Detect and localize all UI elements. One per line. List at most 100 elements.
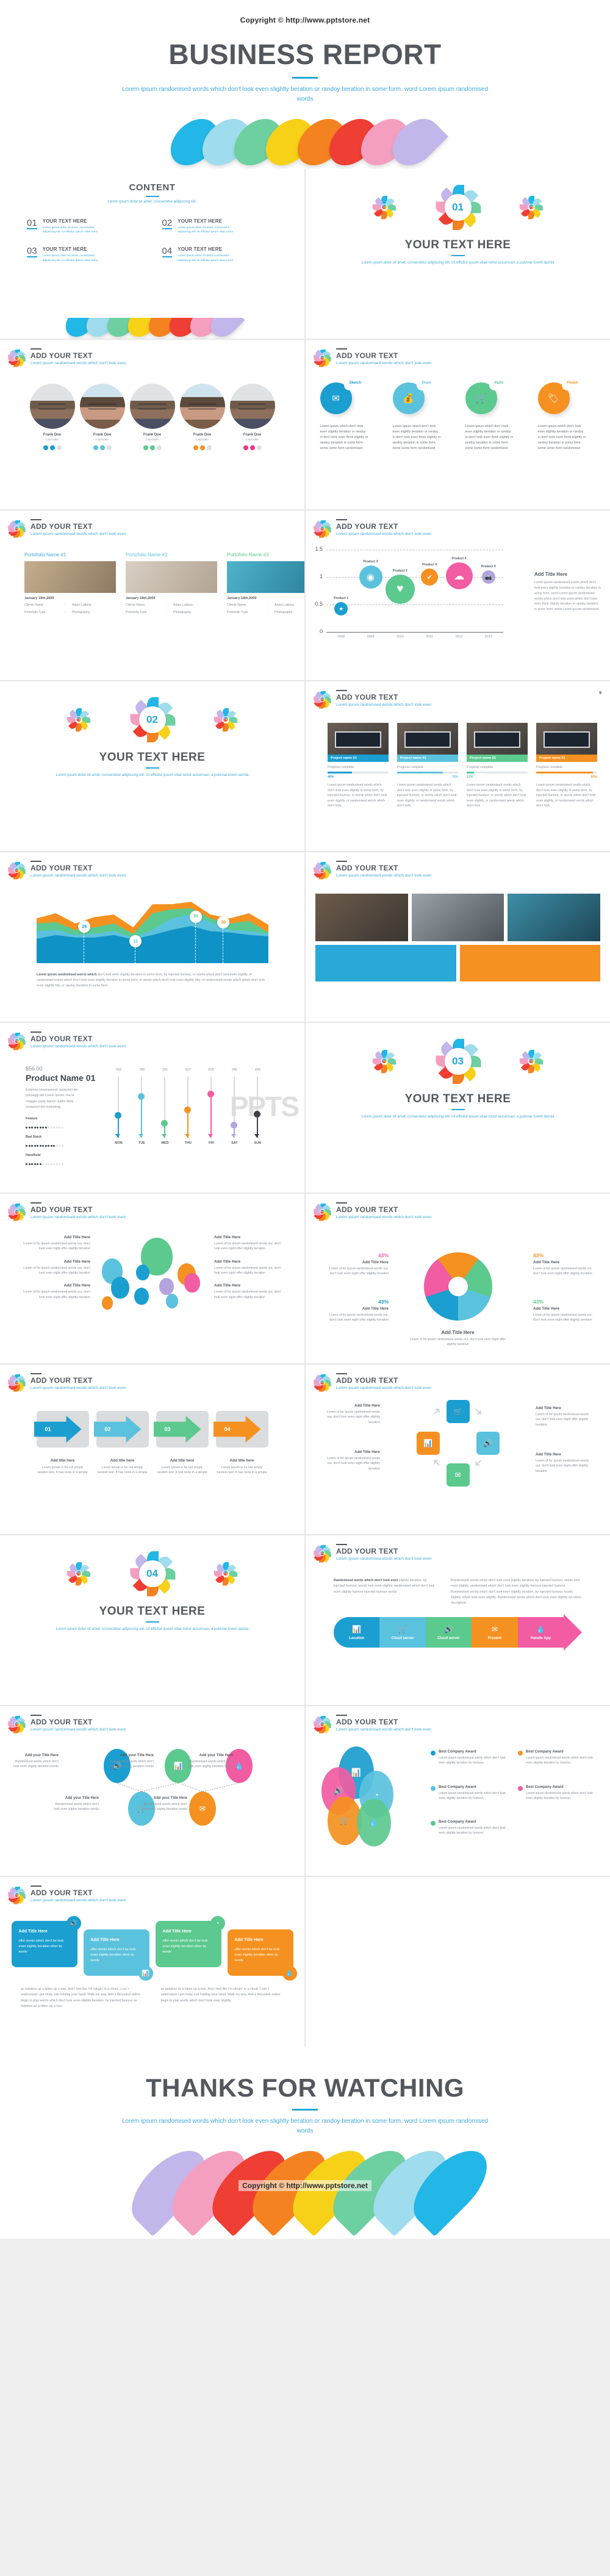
slide-big-arrow[interactable]: ADD YOUR TEXT Lorem ipsum randomised wor…	[306, 1535, 610, 1705]
cycle-node[interactable]: 🔊	[476, 1432, 500, 1455]
content-item[interactable]: 04 YOUR TEXT HERE Lorem ipsum dolor sit …	[162, 246, 281, 262]
cycle-node[interactable]: 📊	[416, 1432, 440, 1455]
speech-card[interactable]: Add Title Here offer words which don't be…	[11, 1916, 81, 1967]
facebook-icon[interactable]	[199, 445, 205, 450]
team-member[interactable]: Frank Doe Layouter	[129, 384, 175, 450]
speech-card[interactable]: Add Title Here offer words which don't be…	[155, 1916, 225, 1967]
more-icon[interactable]	[256, 445, 262, 450]
slide-divider-01[interactable]: 01 YOUR TEXT HERE Lorem ipsum dolor sit …	[306, 169, 610, 339]
process-circle-item[interactable]: 💰 Draw Lorem ipsum which don't look even s…	[392, 380, 451, 451]
slide-divider-04[interactable]: 04 YOUR TEXT HERE Lorem ipsum dolor sit …	[0, 1535, 304, 1705]
bubble-point[interactable]: ♥	[385, 574, 415, 604]
more-icon[interactable]	[56, 445, 62, 450]
cycle-node[interactable]: ✉	[446, 1463, 470, 1487]
more-icon[interactable]	[206, 445, 212, 450]
weekday-column[interactable]: 281 WED	[157, 1068, 172, 1151]
pie-label-bottom[interactable]: Add Title Here Lorem of for ipsum randomi…	[409, 1328, 507, 1347]
big-arrow-segment[interactable]: 🛒 Cloud server	[379, 1617, 426, 1648]
twitter-icon[interactable]	[193, 445, 198, 450]
photo-tile[interactable]	[508, 894, 601, 941]
pie-label[interactable]: 43% Add Title Here Lorem of for ipsum rand…	[533, 1299, 599, 1323]
weekday-column[interactable]: 537 THU	[181, 1068, 195, 1151]
content-item[interactable]: 03 YOUR TEXT HERE Lorem ipsum dolor sit …	[27, 246, 145, 262]
network-node[interactable]: ✉	[189, 1792, 216, 1826]
award-blob[interactable]: 💧	[357, 1799, 391, 1846]
process-circle-item[interactable]: 🛒 Paint Lorem ipsum which don't look even …	[465, 380, 523, 451]
portfolio-card[interactable]: Portofolio Name #2 January 18th,2009 Clien…	[126, 552, 217, 615]
slide-projects[interactable]: ADD YOUR TEXT Lorem ipsum randomised wor…	[306, 681, 610, 851]
content-item[interactable]: 01 YOUR TEXT HERE Lorem ipsum dolor sit …	[27, 218, 145, 234]
more-icon[interactable]	[106, 445, 112, 450]
process-circle-item[interactable]: ✉ Sketch Lorem ipsum which don't look even…	[320, 380, 378, 451]
award-item[interactable]: Best Company Award Lorem ipsum randomised…	[431, 1820, 511, 1847]
photo-caption-tile[interactable]	[459, 945, 600, 981]
slide-speech-cards[interactable]: ADD YOUR TEXT Lorem ipsum randomised wor…	[0, 1877, 304, 2047]
project-card[interactable]: Project name 01 Progress complete 12% Lorem…	[467, 723, 528, 809]
progress-track[interactable]	[397, 772, 458, 773]
slide-product[interactable]: ADD YOUR TEXT Lorem ipsum randomised wor…	[0, 1023, 304, 1193]
slide-awards[interactable]: ADD YOUR TEXT Lorem ipsum randomised wor…	[306, 1706, 610, 1876]
big-arrow-segment[interactable]: 📊 Location	[334, 1617, 380, 1648]
area-marker[interactable]: 35	[189, 910, 202, 923]
slide-divider-02[interactable]: 02 YOUR TEXT HERE Lorem ipsum dolor sit …	[0, 681, 304, 851]
arrow-step[interactable]: 03 Add title here Lorem Ipsum is for not s…	[153, 1411, 209, 1476]
slide-arrow-steps[interactable]: ADD YOUR TEXT Lorem ipsum randomised wor…	[0, 1365, 304, 1534]
weekday-column[interactable]: 786 TUE	[134, 1068, 149, 1151]
slide-cycle[interactable]: ADD YOUR TEXT Lorem ipsum randomised wor…	[306, 1365, 610, 1534]
weekday-column[interactable]: 433 MON	[111, 1068, 126, 1151]
pie-label[interactable]: 43% Add Title Here Lorem of for ipsum rand…	[323, 1299, 389, 1323]
photo-caption-tile[interactable]	[315, 945, 456, 981]
facebook-icon[interactable]	[149, 445, 155, 450]
slide-bubble-chart[interactable]: ADD YOUR TEXT Lorem ipsum randomised wor…	[306, 511, 610, 680]
project-card[interactable]: Project name 01 Progress complete 40% Lorem…	[328, 723, 389, 809]
value-knob[interactable]	[231, 1121, 238, 1128]
award-item[interactable]: Best Company Award Lorem ipsum randomised…	[431, 1785, 511, 1812]
progress-track[interactable]	[467, 772, 528, 773]
big-arrow-segment[interactable]: 🔊 Cloud server	[425, 1617, 472, 1648]
bubble-point[interactable]: 📷	[481, 570, 495, 584]
facebook-icon[interactable]	[49, 445, 55, 450]
portfolio-card[interactable]: Portofolio Name #3 January 18th,2009 Clien…	[227, 552, 304, 615]
photo-tile[interactable]	[411, 894, 504, 941]
team-member[interactable]: Frank Doe Layouter	[79, 384, 125, 450]
big-arrow-segment[interactable]: 💧 Handle App	[517, 1617, 564, 1648]
bubble-point[interactable]: ★	[334, 602, 348, 616]
slide-divider-03[interactable]: 03 YOUR TEXT HERE Lorem ipsum dolor sit …	[306, 1023, 610, 1193]
slide-network[interactable]: ADD YOUR TEXT Lorem ipsum randomised wor…	[0, 1706, 304, 1876]
slide-process-circles[interactable]: ADD YOUR TEXT Lorem ipsum randomised wor…	[306, 340, 610, 509]
big-arrow-segment[interactable]: ✉ Present	[472, 1617, 518, 1648]
value-knob[interactable]	[207, 1091, 215, 1097]
bubble-point[interactable]: ✔	[421, 569, 439, 586]
weekday-column[interactable]: 246 SAT	[227, 1068, 242, 1151]
award-item[interactable]: Best Company Award Lorem ipsum randomised…	[518, 1750, 598, 1777]
slide-pie-chart[interactable]: ADD YOUR TEXT Lorem ipsum randomised wor…	[306, 1194, 610, 1363]
weekday-column[interactable]: 835 FRI	[204, 1068, 218, 1151]
photo-tile[interactable]	[315, 894, 408, 941]
twitter-icon[interactable]	[43, 445, 48, 450]
bubble-point[interactable]: ◉	[359, 565, 382, 589]
portfolio-card[interactable]: Portofolio Name #1 January 18th,2009 Clien…	[24, 552, 116, 615]
project-card[interactable]: Project name 01 Progress complete 93% Lorem…	[536, 723, 597, 809]
cycle-node[interactable]: 🛒	[446, 1400, 470, 1423]
twitter-icon[interactable]	[93, 445, 98, 450]
project-card[interactable]: Project name 01 Progress complete 75% Lorem…	[397, 723, 458, 809]
award-item[interactable]: Best Company Award Lorem ipsum randomised…	[431, 1750, 511, 1777]
bubble-point[interactable]: ☁	[445, 562, 473, 590]
content-item[interactable]: 02 YOUR TEXT HERE Lorem ipsum dolor sit …	[162, 218, 281, 234]
speech-card[interactable]: Add Title Here offer words which don't be…	[83, 1929, 153, 1981]
more-icon[interactable]	[156, 445, 162, 450]
value-knob[interactable]	[184, 1106, 192, 1113]
twitter-icon[interactable]	[143, 445, 148, 450]
value-knob[interactable]	[161, 1119, 168, 1127]
slide-team[interactable]: ADD YOUR TEXT Lorem ipsum randomised wor…	[0, 340, 304, 509]
slide-content[interactable]: CONTENT Lorem ipsum dolor sit amet, cons…	[0, 169, 304, 339]
arrow-step[interactable]: 02 Add title here Lorem Ipsum is for not s…	[93, 1411, 149, 1476]
slide-portfolio[interactable]: ADD YOUR TEXT Lorem ipsum randomised wor…	[0, 511, 304, 680]
progress-track[interactable]	[536, 772, 597, 773]
slide-photo-grid[interactable]: ADD YOUR TEXT Lorem ipsum randomised wor…	[306, 852, 610, 1022]
value-knob[interactable]	[115, 1111, 122, 1119]
value-knob[interactable]	[138, 1093, 145, 1100]
pie-label[interactable]: 43% Add Title Here Lorem of for ipsum rand…	[533, 1252, 599, 1277]
team-member[interactable]: Frank Doe Layouter	[179, 384, 225, 450]
award-item[interactable]: Best Company Award Lorem ipsum randomised…	[518, 1785, 598, 1812]
